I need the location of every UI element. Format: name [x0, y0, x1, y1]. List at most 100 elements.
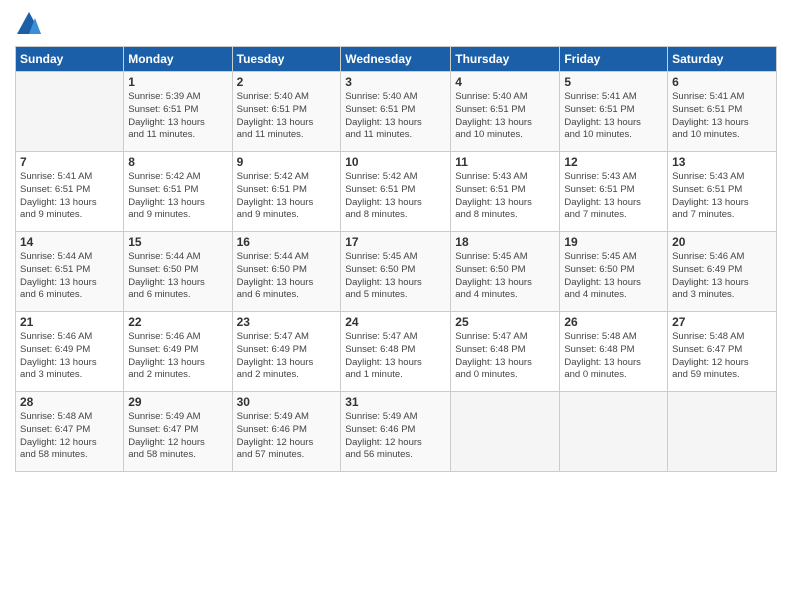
calendar-cell: 21 Sunrise: 5:46 AM Sunset: 6:49 PM Dayli…	[16, 312, 124, 392]
calendar-cell: 26Sunrise: 5:48 AM Sunset: 6:48 PM Dayli…	[560, 312, 668, 392]
day-info: Sunrise: 5:45 AM Sunset: 6:50 PM Dayligh…	[564, 251, 663, 302]
day-info: Sunrise: 5:48 AM Sunset: 6:47 PM Dayligh…	[20, 411, 119, 462]
calendar-cell: 1 Sunrise: 5:39 AM Sunset: 6:51 PM Daylig…	[124, 72, 232, 152]
day-number: 27	[672, 315, 772, 329]
day-number: 29	[128, 395, 227, 409]
day-number: 3	[345, 75, 446, 89]
day-info: Sunrise: 5:43 AM Sunset: 6:51 PM Dayligh…	[672, 171, 772, 222]
header-day: Thursday	[451, 47, 560, 72]
day-info: Sunrise: 5:43 AM Sunset: 6:51 PM Dayligh…	[564, 171, 663, 222]
calendar-cell: 22 Sunrise: 5:46 AM Sunset: 6:49 PM Dayli…	[124, 312, 232, 392]
calendar-cell	[560, 392, 668, 472]
header-day: Saturday	[668, 47, 777, 72]
calendar-cell: 8 Sunrise: 5:42 AM Sunset: 6:51 PM Daylig…	[124, 152, 232, 232]
calendar-body: 1 Sunrise: 5:39 AM Sunset: 6:51 PM Daylig…	[16, 72, 777, 472]
day-number: 7	[20, 155, 119, 169]
header-day: Friday	[560, 47, 668, 72]
day-number: 28	[20, 395, 119, 409]
calendar-week-row: 21 Sunrise: 5:46 AM Sunset: 6:49 PM Dayli…	[16, 312, 777, 392]
calendar-cell: 11Sunrise: 5:43 AM Sunset: 6:51 PM Dayli…	[451, 152, 560, 232]
page-container: SundayMondayTuesdayWednesdayThursdayFrid…	[0, 0, 792, 482]
calendar-cell: 18 Sunrise: 5:45 AM Sunset: 6:50 PM Dayli…	[451, 232, 560, 312]
day-number: 18	[455, 235, 555, 249]
header	[15, 10, 777, 38]
calendar-cell	[16, 72, 124, 152]
calendar-cell: 30 Sunrise: 5:49 AM Sunset: 6:46 PM Dayli…	[232, 392, 341, 472]
day-number: 1	[128, 75, 227, 89]
calendar-cell: 12Sunrise: 5:43 AM Sunset: 6:51 PM Dayli…	[560, 152, 668, 232]
calendar-cell: 28 Sunrise: 5:48 AM Sunset: 6:47 PM Dayli…	[16, 392, 124, 472]
day-info: Sunrise: 5:46 AM Sunset: 6:49 PM Dayligh…	[672, 251, 772, 302]
day-number: 10	[345, 155, 446, 169]
header-row: SundayMondayTuesdayWednesdayThursdayFrid…	[16, 47, 777, 72]
calendar-table: SundayMondayTuesdayWednesdayThursdayFrid…	[15, 46, 777, 472]
day-info: Sunrise: 5:45 AM Sunset: 6:50 PM Dayligh…	[455, 251, 555, 302]
day-number: 16	[237, 235, 337, 249]
day-info: Sunrise: 5:45 AM Sunset: 6:50 PM Dayligh…	[345, 251, 446, 302]
calendar-week-row: 7 Sunrise: 5:41 AM Sunset: 6:51 PM Daylig…	[16, 152, 777, 232]
day-number: 14	[20, 235, 119, 249]
calendar-cell: 7 Sunrise: 5:41 AM Sunset: 6:51 PM Daylig…	[16, 152, 124, 232]
calendar-cell: 13 Sunrise: 5:43 AM Sunset: 6:51 PM Dayli…	[668, 152, 777, 232]
day-number: 30	[237, 395, 337, 409]
calendar-week-row: 1 Sunrise: 5:39 AM Sunset: 6:51 PM Daylig…	[16, 72, 777, 152]
day-info: Sunrise: 5:40 AM Sunset: 6:51 PM Dayligh…	[237, 91, 337, 142]
day-number: 21	[20, 315, 119, 329]
day-number: 15	[128, 235, 227, 249]
day-info: Sunrise: 5:44 AM Sunset: 6:50 PM Dayligh…	[237, 251, 337, 302]
header-day: Wednesday	[341, 47, 451, 72]
day-number: 31	[345, 395, 446, 409]
header-day: Monday	[124, 47, 232, 72]
day-info: Sunrise: 5:44 AM Sunset: 6:51 PM Dayligh…	[20, 251, 119, 302]
calendar-cell: 10 Sunrise: 5:42 AM Sunset: 6:51 PM Dayli…	[341, 152, 451, 232]
logo-icon	[15, 10, 43, 38]
day-info: Sunrise: 5:40 AM Sunset: 6:51 PM Dayligh…	[455, 91, 555, 142]
day-number: 17	[345, 235, 446, 249]
calendar-cell: 23Sunrise: 5:47 AM Sunset: 6:49 PM Dayli…	[232, 312, 341, 392]
calendar-cell: 27 Sunrise: 5:48 AM Sunset: 6:47 PM Dayli…	[668, 312, 777, 392]
day-info: Sunrise: 5:42 AM Sunset: 6:51 PM Dayligh…	[345, 171, 446, 222]
day-info: Sunrise: 5:47 AM Sunset: 6:48 PM Dayligh…	[455, 331, 555, 382]
calendar-cell: 6Sunrise: 5:41 AM Sunset: 6:51 PM Daylig…	[668, 72, 777, 152]
logo	[15, 10, 46, 38]
day-number: 19	[564, 235, 663, 249]
calendar-cell: 4 Sunrise: 5:40 AM Sunset: 6:51 PM Daylig…	[451, 72, 560, 152]
day-number: 5	[564, 75, 663, 89]
header-day: Sunday	[16, 47, 124, 72]
day-info: Sunrise: 5:47 AM Sunset: 6:48 PM Dayligh…	[345, 331, 446, 382]
calendar-week-row: 14 Sunrise: 5:44 AM Sunset: 6:51 PM Dayli…	[16, 232, 777, 312]
day-info: Sunrise: 5:46 AM Sunset: 6:49 PM Dayligh…	[128, 331, 227, 382]
day-number: 23	[237, 315, 337, 329]
calendar-cell: 16 Sunrise: 5:44 AM Sunset: 6:50 PM Dayli…	[232, 232, 341, 312]
day-number: 24	[345, 315, 446, 329]
day-info: Sunrise: 5:46 AM Sunset: 6:49 PM Dayligh…	[20, 331, 119, 382]
calendar-cell: 29 Sunrise: 5:49 AM Sunset: 6:47 PM Dayli…	[124, 392, 232, 472]
calendar-cell: 19 Sunrise: 5:45 AM Sunset: 6:50 PM Dayli…	[560, 232, 668, 312]
calendar-cell	[668, 392, 777, 472]
calendar-cell: 15Sunrise: 5:44 AM Sunset: 6:50 PM Dayli…	[124, 232, 232, 312]
calendar-header: SundayMondayTuesdayWednesdayThursdayFrid…	[16, 47, 777, 72]
day-info: Sunrise: 5:48 AM Sunset: 6:48 PM Dayligh…	[564, 331, 663, 382]
day-number: 20	[672, 235, 772, 249]
day-number: 13	[672, 155, 772, 169]
calendar-cell: 31Sunrise: 5:49 AM Sunset: 6:46 PM Dayli…	[341, 392, 451, 472]
calendar-cell: 17 Sunrise: 5:45 AM Sunset: 6:50 PM Dayli…	[341, 232, 451, 312]
day-info: Sunrise: 5:39 AM Sunset: 6:51 PM Dayligh…	[128, 91, 227, 142]
day-info: Sunrise: 5:41 AM Sunset: 6:51 PM Dayligh…	[20, 171, 119, 222]
day-info: Sunrise: 5:43 AM Sunset: 6:51 PM Dayligh…	[455, 171, 555, 222]
day-info: Sunrise: 5:48 AM Sunset: 6:47 PM Dayligh…	[672, 331, 772, 382]
day-info: Sunrise: 5:49 AM Sunset: 6:47 PM Dayligh…	[128, 411, 227, 462]
calendar-cell: 9 Sunrise: 5:42 AM Sunset: 6:51 PM Daylig…	[232, 152, 341, 232]
day-info: Sunrise: 5:49 AM Sunset: 6:46 PM Dayligh…	[237, 411, 337, 462]
day-info: Sunrise: 5:42 AM Sunset: 6:51 PM Dayligh…	[128, 171, 227, 222]
day-number: 22	[128, 315, 227, 329]
day-number: 9	[237, 155, 337, 169]
calendar-week-row: 28 Sunrise: 5:48 AM Sunset: 6:47 PM Dayli…	[16, 392, 777, 472]
calendar-cell: 14 Sunrise: 5:44 AM Sunset: 6:51 PM Dayli…	[16, 232, 124, 312]
day-info: Sunrise: 5:42 AM Sunset: 6:51 PM Dayligh…	[237, 171, 337, 222]
calendar-cell	[451, 392, 560, 472]
calendar-cell: 5Sunrise: 5:41 AM Sunset: 6:51 PM Daylig…	[560, 72, 668, 152]
day-number: 4	[455, 75, 555, 89]
day-number: 2	[237, 75, 337, 89]
day-number: 8	[128, 155, 227, 169]
